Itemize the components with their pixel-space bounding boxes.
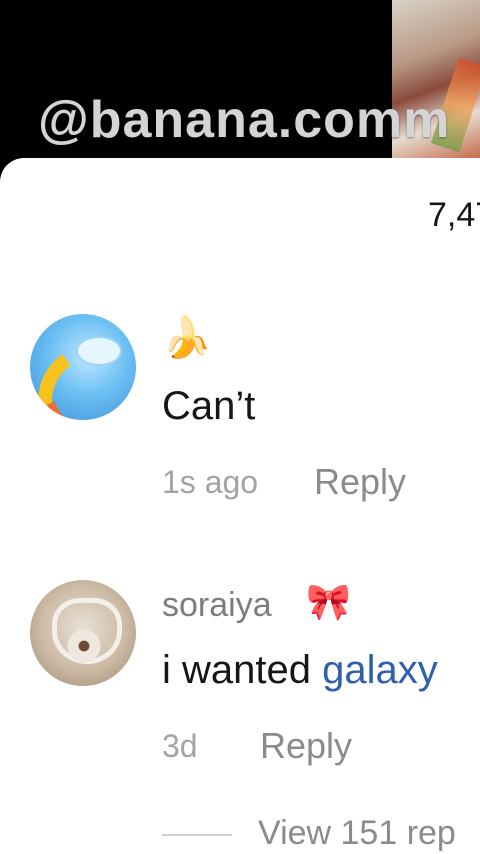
username-text[interactable]: soraiya [162,586,272,624]
comment-username[interactable]: soraiya [162,586,272,625]
search-link[interactable]: galaxy [322,648,438,692]
comment-timestamp: 1s ago [162,464,259,500]
replies-divider [162,834,232,836]
comment-count: 7,47 [428,196,480,234]
avatar[interactable] [30,314,136,420]
comment-text: i wanted galaxy [162,648,438,693]
reply-button[interactable]: Reply [260,725,352,767]
comment-text: Can’t [162,384,256,428]
banana-emoji[interactable]: 🍌 [162,318,212,358]
avatar[interactable] [30,580,136,686]
comments-sheet: 7,47 🍌 Can’t 1s ago Reply soraiya 🎀 i wa… [0,158,480,854]
creator-watermark: @banana.comm [38,91,451,149]
view-replies-button[interactable]: View 151 rep [258,814,456,853]
reply-button[interactable]: Reply [314,461,406,503]
bow-emoji: 🎀 [306,581,351,622]
video-area[interactable]: @banana.comm [0,0,480,170]
comment-timestamp: 3d [162,728,198,764]
comment-text-prefix: i wanted [162,648,323,692]
